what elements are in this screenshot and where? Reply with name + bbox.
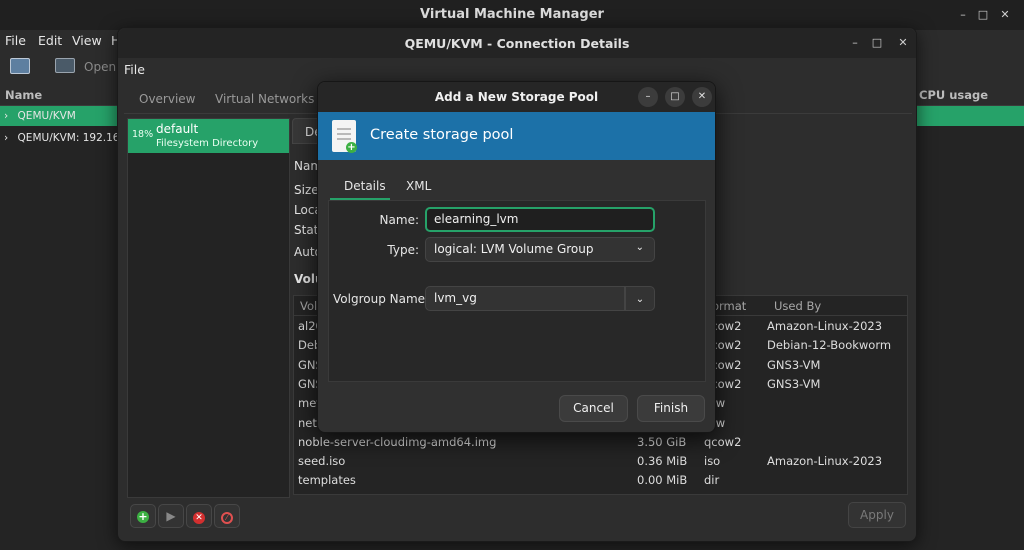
- volume-format: dir: [704, 473, 720, 488]
- tab-overview[interactable]: Overview: [139, 92, 196, 106]
- close-icon[interactable]: ✕: [994, 4, 1016, 26]
- volume-format: iso: [704, 454, 721, 469]
- volume-name: seed.iso: [298, 454, 346, 469]
- monitor-icon[interactable]: [55, 58, 75, 73]
- volume-used-by: Debian-12-Bookworm: [767, 338, 892, 353]
- tab-xml[interactable]: XML: [406, 179, 431, 193]
- stop-pool-button[interactable]: ✕: [186, 504, 212, 528]
- volume-used-by: GNS3-VM: [767, 376, 821, 391]
- chevron-right-icon: ›: [4, 110, 9, 122]
- maximize-icon[interactable]: □: [665, 87, 685, 107]
- cpu-column-header[interactable]: CPU usage: [919, 88, 988, 102]
- menu-edit[interactable]: Edit: [38, 33, 62, 48]
- type-dropdown-value: logical: LVM Volume Group: [434, 242, 594, 256]
- pool-type: Filesystem Directory: [156, 138, 259, 149]
- vmm-titlebar: Virtual Machine Manager – □ ✕: [0, 0, 1024, 30]
- delete-icon: ⁄: [221, 512, 233, 524]
- volgroup-label: Volgroup Name:: [333, 292, 430, 306]
- dialog-banner-title: Create storage pool: [370, 127, 514, 143]
- apply-button[interactable]: Apply: [848, 502, 906, 528]
- vmm-window-title: Virtual Machine Manager: [420, 7, 604, 22]
- volume-format-header[interactable]: ormat: [712, 299, 746, 313]
- dialog-titlebar: Add a New Storage Pool – □ ✕: [318, 82, 715, 112]
- volume-name: templates: [298, 473, 356, 488]
- volgroup-dropdown-button[interactable]: ⌄: [625, 286, 655, 311]
- chevron-right-icon: ›: [4, 132, 9, 144]
- minimize-icon[interactable]: –: [638, 87, 658, 107]
- name-label: Name:: [379, 213, 419, 227]
- finish-button[interactable]: Finish: [637, 395, 705, 422]
- connection-details-menubar: File: [118, 58, 916, 80]
- close-icon[interactable]: ✕: [892, 32, 914, 54]
- play-icon: ▶: [166, 509, 176, 523]
- add-icon: +: [137, 510, 149, 523]
- volgroup-combo-entry[interactable]: lvm_vg: [425, 286, 625, 311]
- volume-size: 3.50 GiB: [637, 434, 687, 449]
- volume-size: 0.00 MiB: [637, 473, 688, 488]
- type-label: Type:: [387, 243, 419, 257]
- dialog-tabs: Details XML: [328, 172, 706, 200]
- name-input[interactable]: elearning_lvm: [425, 207, 655, 232]
- volume-used-by: Amazon-Linux-2023: [767, 454, 883, 469]
- type-dropdown[interactable]: logical: LVM Volume Group ⌄: [425, 237, 655, 262]
- stop-icon: ✕: [193, 512, 205, 524]
- dialog-details-panel: Name: elearning_lvm Type: logical: LVM V…: [328, 200, 706, 382]
- close-icon[interactable]: ✕: [692, 87, 712, 107]
- menu-file[interactable]: File: [124, 62, 145, 77]
- cancel-button[interactable]: Cancel: [559, 395, 628, 422]
- document-icon: +: [332, 120, 357, 153]
- tab-details[interactable]: Details: [344, 179, 386, 193]
- volume-used-by: GNS3-VM: [767, 357, 821, 372]
- volume-row[interactable]: templates 0.00 MiB dir: [294, 471, 907, 490]
- volume-size: 0.36 MiB: [637, 454, 688, 469]
- connection-details-titlebar: QEMU/KVM - Connection Details – □ ✕: [118, 28, 916, 58]
- pool-name: default: [156, 122, 199, 136]
- connection-name: QEMU/KVM: [17, 110, 76, 122]
- chevron-down-icon: ⌄: [635, 242, 644, 253]
- chevron-down-icon: ⌄: [635, 294, 645, 305]
- connection-details-title: QEMU/KVM - Connection Details: [404, 36, 630, 51]
- volume-row[interactable]: seed.iso 0.36 MiB iso Amazon-Linux-2023: [294, 452, 907, 471]
- add-pool-button[interactable]: +: [130, 504, 156, 528]
- open-button[interactable]: Open: [84, 60, 116, 74]
- maximize-icon[interactable]: □: [866, 32, 888, 54]
- name-column-header[interactable]: Name: [5, 88, 42, 102]
- maximize-icon[interactable]: □: [972, 4, 994, 26]
- volume-row[interactable]: noble-server-cloudimg-amd64.img 3.50 GiB q…: [294, 433, 907, 452]
- tab-virtual-networks[interactable]: Virtual Networks: [215, 92, 314, 106]
- minimize-icon[interactable]: –: [844, 32, 866, 54]
- connection-bottom-bar: + ▶ ✕ ⁄ Apply: [124, 500, 912, 540]
- minimize-icon[interactable]: –: [952, 4, 974, 26]
- pool-usage-percent: 18%: [132, 129, 154, 140]
- pool-item-default[interactable]: 18% default Filesystem Directory: [128, 119, 289, 153]
- volume-usedby-header[interactable]: Used By: [774, 299, 821, 313]
- volume-used-by: Amazon-Linux-2023: [767, 319, 883, 333]
- storage-pool-list: 18% default Filesystem Directory: [127, 118, 290, 498]
- volume-name: noble-server-cloudimg-amd64.img: [298, 434, 497, 449]
- new-vm-icon[interactable]: [10, 58, 30, 74]
- volume-format: qcow2: [704, 434, 742, 449]
- delete-pool-button[interactable]: ⁄: [214, 504, 240, 528]
- dialog-banner: + Create storage pool: [318, 112, 715, 160]
- menu-file[interactable]: File: [5, 33, 26, 48]
- menu-view[interactable]: View: [72, 33, 102, 48]
- add-storage-pool-dialog: Add a New Storage Pool – □ ✕ + Create st…: [317, 81, 716, 433]
- start-pool-button[interactable]: ▶: [158, 504, 184, 528]
